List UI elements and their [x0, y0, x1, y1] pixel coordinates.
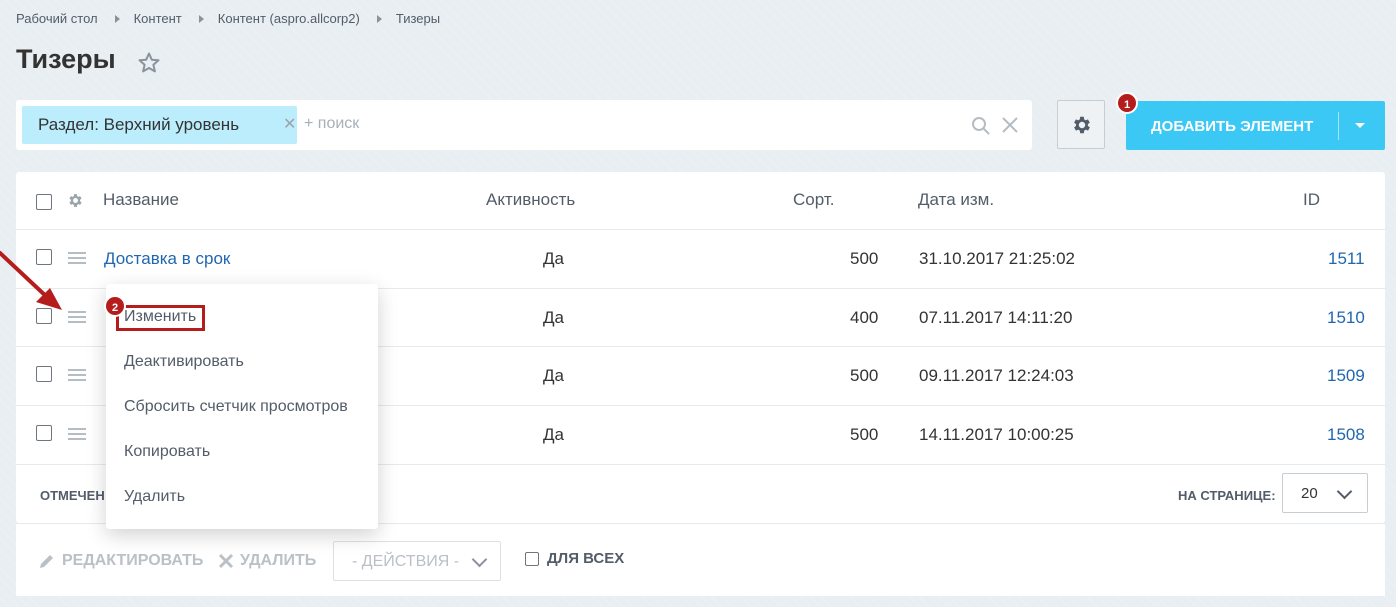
row-checkbox[interactable] [36, 366, 52, 382]
menu-icon[interactable] [68, 369, 86, 384]
annotation-arrow [0, 248, 70, 323]
close-icon[interactable]: ✕ [283, 114, 296, 134]
row-active: Да [543, 308, 564, 327]
filter-tag-label: Раздел: Верхний уровень [38, 115, 240, 134]
step-badge-2: 2 [104, 295, 126, 317]
row-sort: 500 [850, 366, 879, 385]
delete-button[interactable]: УДАЛИТЬ [218, 552, 316, 570]
row-sort: 400 [850, 308, 879, 327]
menu-item-delete[interactable]: Удалить [124, 488, 185, 506]
row-date: 14.11.2017 10:00:25 [919, 425, 1074, 444]
per-page-label: НА СТРАНИЦЕ: [1178, 488, 1276, 503]
column-header-sort[interactable]: Сорт. [793, 190, 834, 210]
search-icon[interactable] [971, 116, 991, 141]
column-header-id[interactable]: ID [1303, 190, 1320, 210]
row-sort: 500 [850, 425, 879, 444]
menu-item-copy[interactable]: Копировать [124, 443, 210, 461]
row-id-link[interactable]: 1510 [1327, 308, 1365, 328]
column-header-date[interactable]: Дата изм. [918, 190, 994, 210]
chevron-right-icon [114, 14, 120, 23]
page-title: Тизеры [16, 44, 116, 74]
row-id-link[interactable]: 1509 [1327, 366, 1365, 386]
for-all-checkbox[interactable]: ДЛЯ ВСЕХ [525, 550, 624, 567]
gear-icon [1074, 116, 1090, 134]
row-date: 09.11.2017 12:24:03 [919, 366, 1074, 385]
row-name-link[interactable]: Доставка в срок [104, 249, 230, 269]
breadcrumb-content-allcorp[interactable]: Контент (aspro.allcorp2) [218, 11, 360, 26]
row-date: 31.10.2017 21:25:02 [919, 249, 1075, 268]
clear-icon[interactable] [1001, 116, 1019, 139]
row-checkbox[interactable] [36, 425, 52, 441]
filter-bar: Раздел: Верхний уровень ✕ + поиск [16, 100, 1032, 150]
filter-tag[interactable]: Раздел: Верхний уровень ✕ [22, 106, 297, 144]
menu-item-edit[interactable]: Изменить [124, 308, 196, 326]
star-icon[interactable] [137, 51, 161, 80]
actions-select[interactable]: - ДЕЙСТВИЯ - [333, 541, 501, 581]
breadcrumb-desktop[interactable]: Рабочий стол [16, 11, 98, 26]
caret-down-icon[interactable] [1355, 123, 1365, 128]
per-page-select[interactable]: 20 [1282, 473, 1368, 513]
edit-label: РЕДАКТИРОВАТЬ [62, 552, 204, 569]
add-element-button[interactable]: ДОБАВИТЬ ЭЛЕМЕНТ [1126, 101, 1385, 150]
menu-icon[interactable] [68, 311, 86, 326]
chevron-down-icon [471, 551, 488, 568]
menu-item-deactivate[interactable]: Деактивировать [124, 353, 244, 371]
row-date: 07.11.2017 14:11:20 [919, 308, 1073, 327]
row-id-link[interactable]: 1511 [1328, 249, 1365, 269]
actions-select-value: - ДЕЙСТВИЯ - [352, 553, 460, 570]
button-divider [1338, 112, 1339, 140]
delete-label: УДАЛИТЬ [240, 552, 317, 569]
gear-icon[interactable] [67, 192, 84, 214]
action-panel: РЕДАКТИРОВАТЬ УДАЛИТЬ - ДЕЙСТВИЯ - ДЛЯ В… [16, 523, 1385, 596]
context-menu: Изменить Деактивировать Сбросить счетчик… [106, 284, 378, 529]
step-badge-1: 1 [1116, 92, 1138, 114]
select-all-checkbox[interactable] [36, 194, 52, 210]
column-header-active[interactable]: Активность [486, 190, 575, 210]
column-header-name[interactable]: Название [103, 190, 179, 210]
per-page-value: 20 [1301, 485, 1318, 502]
selected-count-label: ОТМЕЧЕН [40, 488, 105, 503]
edit-button[interactable]: РЕДАКТИРОВАТЬ [38, 552, 203, 570]
table-header: Название Активность Сорт. Дата изм. ID [16, 172, 1385, 230]
pencil-icon [40, 555, 53, 568]
chevron-right-icon [376, 14, 382, 23]
breadcrumb-current: Тизеры [395, 11, 441, 26]
add-element-label: ДОБАВИТЬ ЭЛЕМЕНТ [1151, 118, 1314, 135]
breadcrumb-content[interactable]: Контент [134, 11, 182, 26]
menu-item-reset-views[interactable]: Сбросить счетчик просмотров [124, 398, 348, 416]
search-input[interactable]: + поиск [304, 115, 359, 133]
row-active: Да [543, 366, 564, 385]
menu-icon[interactable] [68, 252, 86, 267]
chevron-right-icon [198, 14, 204, 23]
settings-button[interactable] [1057, 100, 1105, 149]
menu-icon[interactable] [68, 428, 86, 443]
table-row[interactable]: Доставка в срок Да 500 31.10.2017 21:25:… [16, 230, 1385, 289]
checkbox[interactable] [525, 551, 539, 566]
row-id-link[interactable]: 1508 [1327, 425, 1365, 445]
row-sort: 500 [850, 249, 879, 268]
row-active: Да [543, 249, 564, 268]
breadcrumb: Рабочий стол Контент Контент (aspro.allc… [16, 11, 440, 26]
row-active: Да [543, 425, 564, 444]
chevron-down-icon [1336, 483, 1353, 500]
close-icon [218, 553, 234, 569]
for-all-label: ДЛЯ ВСЕХ [547, 550, 625, 567]
